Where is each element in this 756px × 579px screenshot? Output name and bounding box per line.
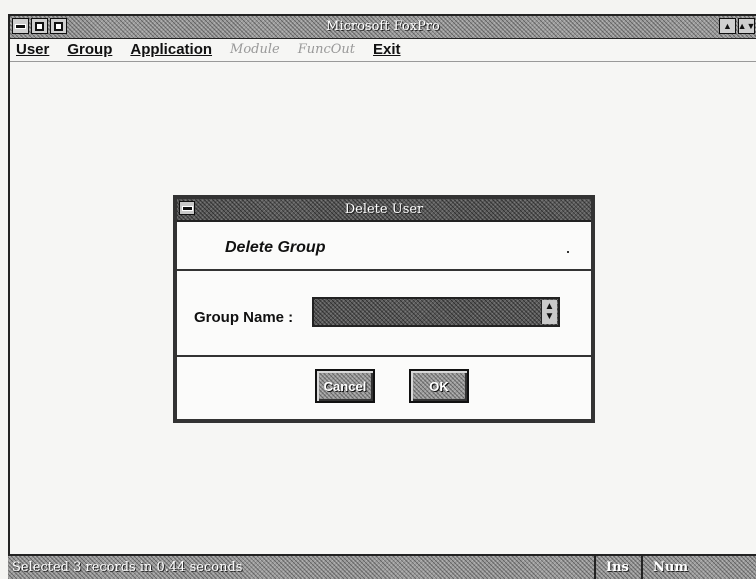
divider-bottom [177,355,591,357]
group-name-label: Group Name : [194,309,294,326]
updown-arrow-icon[interactable]: ▲ ▼ [541,300,557,324]
restore-down-icon[interactable]: ▲▼ [738,18,755,34]
cancel-button[interactable]: Cancel [315,369,375,403]
menu-funcout[interactable]: FuncOut [290,40,365,60]
dialog-title: Delete User [344,202,424,217]
decorative-dot [567,251,569,253]
status-bar: Selected 3 records in 0.44 seconds Ins N… [8,554,756,579]
ins-indicator: Ins [606,560,629,575]
menu-module[interactable]: Module [222,40,290,60]
menu-bar: User Group Application Module FuncOut Ex… [10,39,756,62]
ok-button[interactable]: OK [409,369,469,403]
menu-group[interactable]: Group [59,40,122,60]
app-titlebar[interactable]: Microsoft FoxPro ▲ ▲▼ [10,16,756,39]
menu-application[interactable]: Application [122,40,222,60]
group-name-combobox[interactable]: ▲ ▼ [312,297,560,327]
menu-exit[interactable]: Exit [365,40,411,60]
dialog-heading: Delete Group [225,239,326,256]
app-title: Microsoft FoxPro [326,19,440,34]
status-message: Selected 3 records in 0.44 seconds [12,560,243,575]
num-indicator: Num [653,560,689,575]
status-divider [641,556,643,579]
delete-user-dialog: Delete User Delete Group Group Name : ▲ ▼… [173,195,595,423]
menu-user[interactable]: User [10,40,59,60]
status-divider [594,556,596,579]
maximize-icon[interactable]: ▲ [719,18,736,34]
divider-top [177,269,591,271]
dialog-titlebar[interactable]: Delete User [177,199,591,222]
